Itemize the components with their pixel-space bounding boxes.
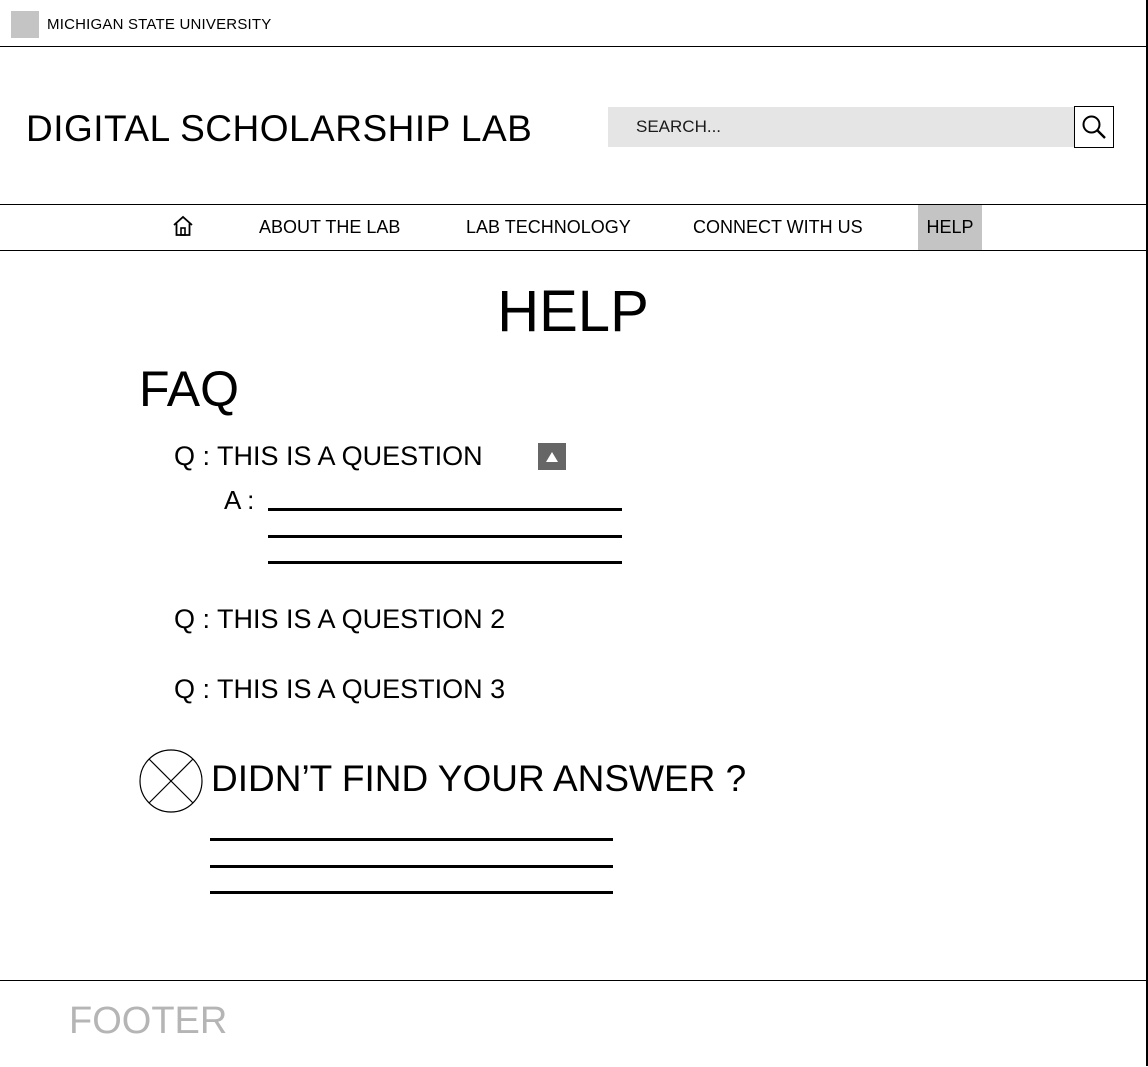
nav-about-the-lab[interactable]: ABOUT THE LAB [259,205,400,250]
answer-text-line [268,508,622,511]
home-icon [173,215,193,236]
nav-home[interactable] [172,215,194,237]
faq-answer-label: A : [224,485,255,515]
answer-text-line [268,561,622,564]
page-title: HELP [497,279,649,344]
search-icon [1082,115,1106,139]
search-placeholder: SEARCH... [636,117,722,136]
contact-text-line [210,891,613,894]
faq-question-1[interactable]: Q : THIS IS A QUESTION [174,441,483,472]
not-found-heading: DIDN’T FIND YOUR ANSWER ? [211,758,747,799]
contact-text-line [210,838,613,841]
faq-heading: FAQ [139,361,240,417]
answer-text-line [268,535,622,538]
image-placeholder-icon [139,749,203,813]
nav-lab-technology[interactable]: LAB TECHNOLOGY [466,205,631,250]
faq-question-3[interactable]: Q : THIS IS A QUESTION 3 [174,674,505,705]
collapse-toggle-button[interactable] [538,443,566,470]
university-logo[interactable] [11,11,39,38]
university-bar: MICHIGAN STATE UNIVERSITY [0,0,1146,47]
nav-help[interactable]: HELP [918,205,982,250]
contact-text-line [210,865,613,868]
faq-question-2[interactable]: Q : THIS IS A QUESTION 2 [174,604,505,635]
search-button[interactable] [1074,106,1114,148]
site-title[interactable]: DIGITAL SCHOLARSHIP LAB [26,108,532,150]
nav-connect-with-us[interactable]: CONNECT WITH US [693,205,863,250]
main-nav: ABOUT THE LAB LAB TECHNOLOGY CONNECT WIT… [0,204,1146,251]
triangle-up-icon [546,451,558,462]
university-name[interactable]: MICHIGAN STATE UNIVERSITY [47,16,271,33]
footer-label: FOOTER [69,1000,228,1042]
